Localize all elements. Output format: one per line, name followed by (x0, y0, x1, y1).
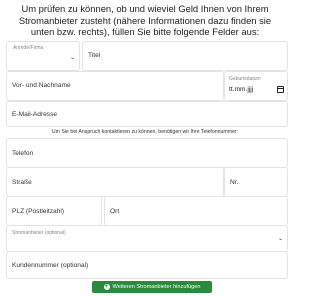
customer-number-placeholder: Kundennummer (optional) (12, 262, 89, 269)
calendar-icon[interactable] (277, 86, 284, 93)
phone-hint: Um Sie bei Anspruch kontaktieren zu könn… (51, 129, 239, 135)
zip-placeholder: PLZ (Postleitzahl) (12, 208, 65, 215)
add-provider-button[interactable]: + Weiteren Stromanbieter hinzufügen (92, 281, 212, 293)
chevron-down-icon: ⌄ (278, 236, 284, 242)
provider-label: Stromanbieter (optional) (12, 230, 66, 236)
city-placeholder: Ort (110, 208, 120, 215)
title-placeholder: Titel (88, 52, 101, 59)
salutation-select[interactable]: Anrede/Firma ⌄ (6, 41, 80, 71)
birthdate-label: Geburtsdatum (229, 76, 261, 82)
city-field[interactable]: Ort (104, 196, 288, 226)
title-field[interactable]: Titel (82, 41, 288, 71)
zip-field[interactable]: PLZ (Postleitzahl) (6, 196, 102, 226)
add-provider-button-label: Weiteren Stromanbieter hinzufügen (112, 284, 201, 290)
phone-placeholder: Telefon (12, 150, 34, 157)
email-placeholder: E-Mail-Adresse (12, 111, 58, 118)
house-number-field[interactable]: Nr. (224, 167, 288, 197)
customer-number-field[interactable]: Kundennummer (optional) (6, 251, 288, 279)
phone-field[interactable]: Telefon (6, 138, 288, 168)
name-placeholder: Vor- und Nachname (12, 82, 71, 89)
email-field[interactable]: E-Mail-Adresse (6, 101, 288, 127)
birthdate-field[interactable]: Geburtsdatum tt.mm.jjjj (224, 71, 288, 101)
street-placeholder: Straße (12, 179, 32, 186)
provider-select[interactable]: Stromanbieter (optional) ⌄ (6, 225, 288, 252)
birthdate-value: tt.mm.jjjj (229, 86, 254, 93)
name-field[interactable]: Vor- und Nachname (6, 71, 224, 101)
salutation-label: Anrede/Firma (13, 45, 44, 51)
intro-text: Um prüfen zu können, ob und wieviel Geld… (18, 3, 272, 38)
house-number-placeholder: Nr. (230, 179, 239, 186)
chevron-down-icon: ⌄ (70, 55, 76, 61)
plus-circle-icon: + (103, 284, 110, 290)
street-field[interactable]: Straße (6, 167, 224, 197)
